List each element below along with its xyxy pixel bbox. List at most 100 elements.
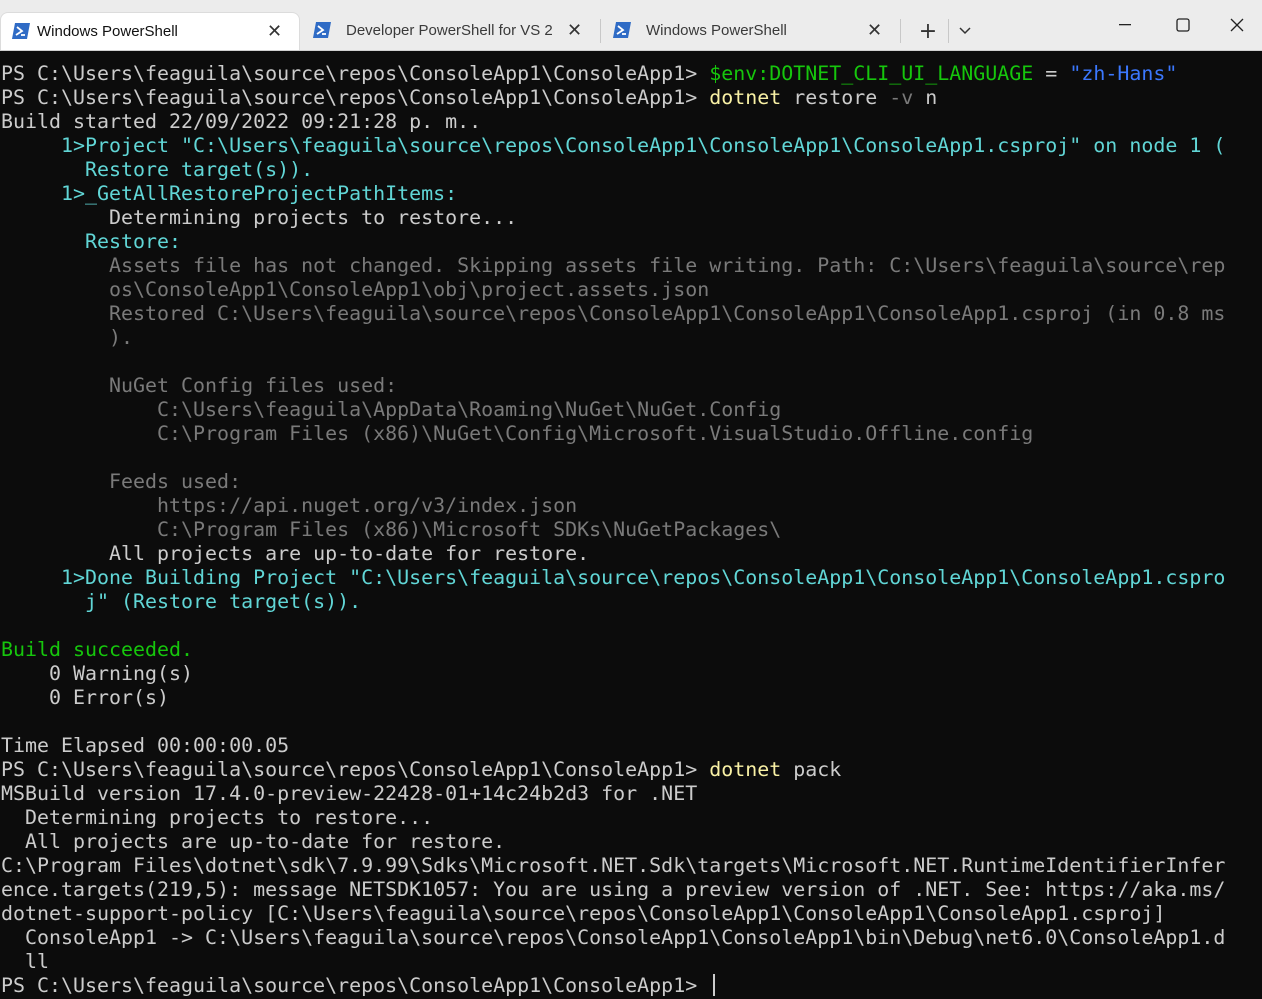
tab-developer-powershell[interactable]: Developer PowerShell for VS 2 ✕ (302, 12, 598, 50)
terminal-line: Build started 22/09/2022 09:21:28 p. m.. (1, 109, 1262, 133)
close-tab-icon[interactable]: ✕ (567, 20, 582, 41)
text-cursor (713, 974, 716, 996)
terminal-line: PS C:\Users\feaguila\source\repos\Consol… (1, 973, 1262, 997)
terminal-text: dotnet (709, 85, 782, 109)
terminal-text: Determining projects to restore... (1, 205, 518, 229)
terminal-text: Restored C:\Users\feaguila\source\repos\… (1, 301, 1226, 325)
terminal-text: 1>Done Building Project "C:\Users\feagui… (1, 565, 1226, 589)
terminal-text: Feeds used: (1, 469, 242, 493)
terminal-line: https://api.nuget.org/v3/index.json (1, 493, 1262, 517)
terminal-line: PS C:\Users\feaguila\source\repos\Consol… (1, 61, 1262, 85)
terminal-text: = (1033, 61, 1070, 85)
terminal-text: restore (781, 85, 890, 109)
terminal-line: Build succeeded. (1, 637, 1262, 661)
terminal-text: Build succeeded. (1, 637, 194, 661)
terminal-text: ). (1, 325, 134, 349)
terminal-text: ence.targets(219,5): message NETSDK1057:… (1, 877, 1226, 901)
tab-divider (600, 19, 601, 43)
terminal-line: Time Elapsed 00:00:00.05 (1, 733, 1262, 757)
terminal-line: 0 Warning(s) (1, 661, 1262, 685)
close-window-button[interactable] (1212, 0, 1262, 50)
terminal-text: All projects are up-to-date for restore. (1, 829, 506, 853)
terminal-text: C:\Program Files (x86)\NuGet\Config\Micr… (1, 421, 1034, 445)
terminal-text: os\ConsoleApp1\ConsoleApp1\obj\project.a… (1, 277, 710, 301)
terminal-line: Restored C:\Users\feaguila\source\repos\… (1, 301, 1262, 325)
terminal-text: n (913, 85, 938, 109)
terminal-text: Restore target(s)). (1, 157, 314, 181)
tab-label: Developer PowerShell for VS 2 (346, 22, 553, 39)
terminal-text: 0 Error(s) (1, 685, 170, 709)
terminal-line: 0 Error(s) (1, 685, 1262, 709)
terminal-text: 0 Warning(s) (1, 661, 194, 685)
terminal-text: dotnet-support-policy [C:\Users\feaguila… (1, 901, 1166, 925)
tab-dropdown-button[interactable] (950, 12, 980, 50)
terminal-text: All projects are up-to-date for restore. (1, 541, 590, 565)
terminal-text: Time Elapsed 00:00:00.05 (1, 733, 290, 757)
terminal-line: C:\Program Files (x86)\NuGet\Config\Micr… (1, 421, 1262, 445)
tab-divider (948, 19, 949, 43)
tab-windows-powershell-2[interactable]: Windows PowerShell ✕ (602, 12, 898, 50)
tab-label: Windows PowerShell (646, 22, 787, 39)
terminal-line: Determining projects to restore... (1, 205, 1262, 229)
maximize-icon (1176, 18, 1190, 32)
terminal-line: MSBuild version 17.4.0-preview-22428-01+… (1, 781, 1262, 805)
terminal-text: PS C:\Users\feaguila\source\repos\Consol… (1, 973, 710, 997)
terminal-line: PS C:\Users\feaguila\source\repos\Consol… (1, 85, 1262, 109)
terminal-line: Assets file has not changed. Skipping as… (1, 253, 1262, 277)
terminal-text: ll (1, 949, 50, 973)
terminal-text: ConsoleApp1 -> C:\Users\feaguila\source\… (1, 925, 1226, 949)
terminal-text: $env:DOTNET_CLI_UI_LANGUAGE (709, 61, 1034, 85)
terminal-text: Build started 22/09/2022 09:21:28 p. m.. (1, 109, 482, 133)
terminal-line: All projects are up-to-date for restore. (1, 541, 1262, 565)
terminal-text: j" (Restore target(s)). (1, 589, 362, 613)
terminal-text: "zh-Hans" (1069, 61, 1178, 85)
terminal-text: -v (889, 85, 914, 109)
terminal-line: ). (1, 325, 1262, 349)
maximize-button[interactable] (1154, 0, 1212, 50)
terminal-line: C:\Program Files\dotnet\sdk\7.9.99\Sdks\… (1, 853, 1262, 877)
new-tab-button[interactable]: + (910, 12, 946, 50)
tab-windows-powershell-1[interactable]: Windows PowerShell ✕ (0, 12, 300, 50)
terminal-text: MSBuild version 17.4.0-preview-22428-01+… (1, 781, 698, 805)
terminal-text: PS C:\Users\feaguila\source\repos\Consol… (1, 85, 710, 109)
terminal-line: ence.targets(219,5): message NETSDK1057:… (1, 877, 1262, 901)
terminal-output[interactable]: PS C:\Users\feaguila\source\repos\Consol… (1, 61, 1262, 997)
terminal-text: dotnet (709, 757, 782, 781)
powershell-icon (313, 22, 331, 38)
minimize-icon (1119, 24, 1131, 26)
terminal-line: 1>_GetAllRestoreProjectPathItems: (1, 181, 1262, 205)
terminal-text: 1>Project "C:\Users\feaguila\source\repo… (1, 133, 1226, 157)
terminal-text: Assets file has not changed. Skipping as… (1, 253, 1226, 277)
terminal-text: 1>_GetAllRestoreProjectPathItems: (1, 181, 458, 205)
terminal-text: pack (781, 757, 842, 781)
terminal-text: NuGet Config files used: (1, 373, 398, 397)
title-bar: Windows PowerShell ✕ Developer PowerShel… (0, 0, 1262, 51)
terminal-text: Restore: (1, 229, 182, 253)
terminal-line: Determining projects to restore... (1, 805, 1262, 829)
close-tab-icon[interactable]: ✕ (867, 20, 882, 41)
tab-divider (900, 19, 901, 43)
chevron-down-icon (959, 27, 971, 35)
terminal-line: dotnet-support-policy [C:\Users\feaguila… (1, 901, 1262, 925)
minimize-button[interactable] (1096, 0, 1154, 50)
terminal-line: j" (Restore target(s)). (1, 589, 1262, 613)
terminal-text: C:\Users\feaguila\AppData\Roaming\NuGet\… (1, 397, 782, 421)
terminal-line: All projects are up-to-date for restore. (1, 829, 1262, 853)
terminal-line: NuGet Config files used: (1, 373, 1262, 397)
close-icon (1230, 18, 1244, 32)
terminal-text: PS C:\Users\feaguila\source\repos\Consol… (1, 61, 710, 85)
terminal-line: ConsoleApp1 -> C:\Users\feaguila\source\… (1, 925, 1262, 949)
terminal-line: ll (1, 949, 1262, 973)
terminal-line: C:\Program Files (x86)\Microsoft SDKs\Nu… (1, 517, 1262, 541)
terminal-line: 1>Project "C:\Users\feaguila\source\repo… (1, 133, 1262, 157)
terminal-line: Restore target(s)). (1, 157, 1262, 181)
tab-label: Windows PowerShell (37, 23, 178, 40)
terminal-text: C:\Program Files (x86)\Microsoft SDKs\Nu… (1, 517, 782, 541)
close-tab-icon[interactable]: ✕ (267, 21, 282, 42)
terminal-line: Restore: (1, 229, 1262, 253)
powershell-icon (613, 22, 631, 38)
terminal-text: C:\Program Files\dotnet\sdk\7.9.99\Sdks\… (1, 853, 1226, 877)
